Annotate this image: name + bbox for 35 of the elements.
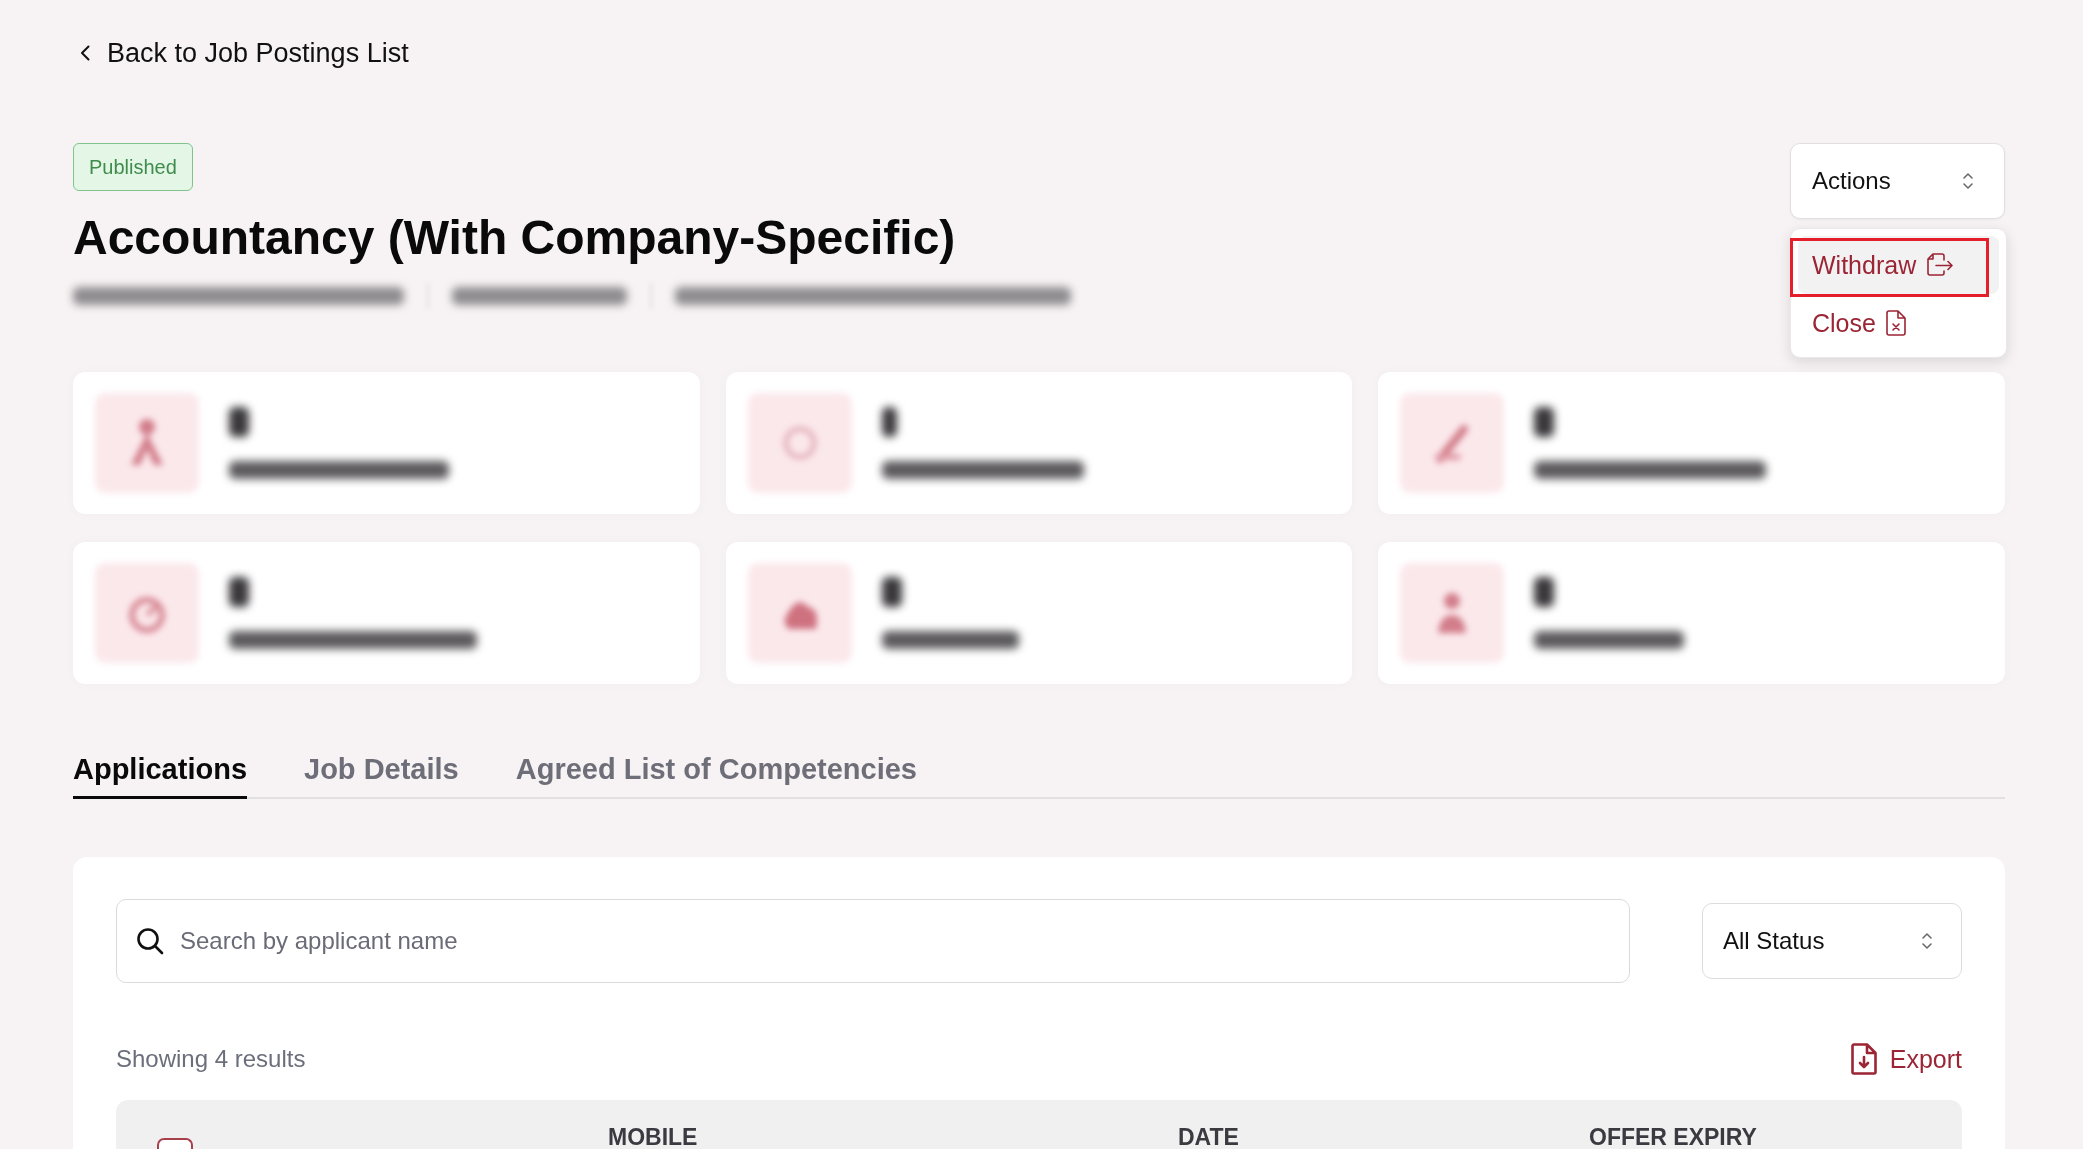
ring-icon	[747, 393, 852, 493]
actions-dropdown[interactable]: Actions	[1790, 143, 2005, 219]
file-x-icon	[1885, 310, 1906, 336]
status-badge: Published	[73, 143, 193, 191]
file-download-icon	[1850, 1043, 1877, 1075]
blurred-text	[229, 577, 249, 607]
clock-icon	[95, 563, 199, 663]
page-title: Accountancy (With Company-Specific)	[73, 210, 956, 266]
person-icon	[1400, 563, 1505, 663]
tab[interactable]: Applications	[73, 751, 247, 799]
back-link[interactable]: Back to Job Postings List	[80, 35, 409, 71]
tab[interactable]: Agreed List of Competencies	[515, 751, 917, 799]
results-count: Showing 4 results	[116, 1045, 306, 1073]
search-field[interactable]: Search by applicant name	[116, 899, 1630, 983]
blurred-text	[1534, 577, 1555, 607]
column-header[interactable]: DATE	[1178, 1123, 1239, 1149]
person-icon	[95, 393, 199, 493]
blurred-text	[229, 407, 249, 437]
file-arrow-icon	[1926, 253, 1955, 277]
column-header[interactable]: MOBILE	[608, 1123, 698, 1149]
chevron-updown-icon	[1921, 931, 1933, 951]
checkbox[interactable]	[157, 1138, 193, 1149]
search-icon	[136, 927, 164, 955]
menu-item[interactable]: Close	[1798, 294, 1999, 352]
blurred-text	[1534, 407, 1555, 437]
tab[interactable]: Job Details	[304, 751, 459, 799]
blurred-text	[881, 577, 902, 607]
chevron-left-icon	[80, 45, 90, 61]
chevron-updown-icon	[1962, 171, 1974, 191]
column-header[interactable]: OFFER EXPIRY	[1589, 1123, 1757, 1149]
export-button[interactable]: Export	[1850, 1043, 1962, 1075]
status-select[interactable]: All Status	[1702, 903, 1962, 979]
pen-icon	[1400, 393, 1505, 493]
blurred-text	[881, 407, 897, 437]
hand-icon	[747, 563, 852, 663]
